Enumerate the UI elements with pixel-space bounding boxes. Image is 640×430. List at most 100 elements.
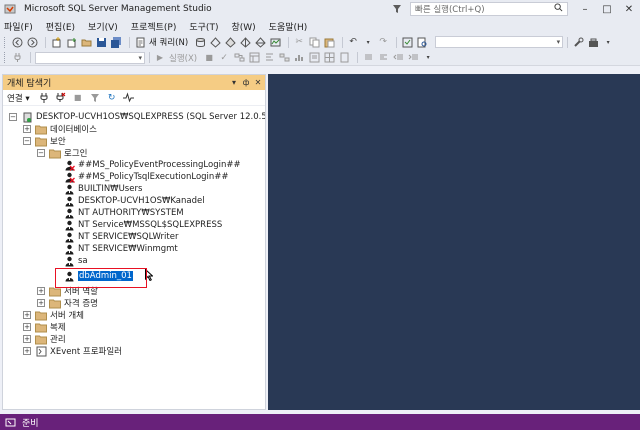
estimated-plan-icon[interactable] — [233, 52, 245, 64]
intellisense-icon[interactable] — [263, 52, 275, 64]
paste-icon[interactable] — [323, 36, 335, 48]
activity-icon[interactable] — [123, 92, 135, 104]
collapse-toggle[interactable]: − — [23, 137, 31, 145]
actual-plan-icon[interactable] — [278, 52, 290, 64]
execute-button[interactable]: 실행(X) — [169, 52, 197, 64]
close-button[interactable]: ✕ — [618, 0, 640, 18]
tree-item[interactable]: BUILTIN₩Users — [51, 183, 142, 195]
ssms-app-icon — [4, 3, 16, 15]
activity-monitor-icon[interactable] — [269, 36, 281, 48]
undo-icon[interactable]: ↶ — [347, 36, 359, 48]
maximize-button[interactable]: □ — [596, 0, 618, 18]
find-in-files-icon[interactable] — [416, 36, 428, 48]
decrease-indent-icon[interactable] — [392, 52, 404, 64]
filter-icon[interactable] — [89, 92, 101, 104]
panel-menu-icon[interactable]: ▾ — [229, 78, 239, 87]
tree-item[interactable]: NT SERVICE₩Winmgmt — [51, 243, 178, 255]
forward-icon[interactable] — [26, 36, 38, 48]
cut-icon[interactable]: ✂ — [293, 36, 305, 48]
tree-server-node[interactable]: − DESKTOP-UCVH1OS₩SQLEXPRESS (SQL Server … — [9, 111, 265, 123]
results-to-file-icon[interactable] — [338, 52, 350, 64]
menu-project[interactable]: 프로젝트(P) — [131, 20, 177, 33]
query-designer-icon[interactable] — [248, 52, 260, 64]
increase-indent-icon[interactable] — [407, 52, 419, 64]
toolbox-icon[interactable] — [587, 36, 599, 48]
results-to-grid-icon[interactable] — [323, 52, 335, 64]
quick-launch-input[interactable]: 빠른 실행(Ctrl+Q) — [410, 2, 568, 16]
minimize-button[interactable]: – — [574, 0, 596, 18]
available-databases-combo[interactable]: ▾ — [35, 51, 145, 64]
add-item-icon[interactable] — [65, 36, 77, 48]
execute-icon[interactable]: ▶ — [154, 52, 166, 64]
open-file-icon[interactable] — [80, 36, 92, 48]
connect-plug-icon[interactable] — [38, 92, 50, 104]
comment-icon[interactable] — [362, 52, 374, 64]
toolbar-options-icon[interactable]: ▾ — [602, 36, 614, 48]
tree-item[interactable]: DESKTOP-UCVH1OS₩Kanadel — [51, 195, 205, 207]
results-to-text-icon[interactable] — [308, 52, 320, 64]
tree-folder-node[interactable]: + 데이터베이스 — [23, 123, 97, 135]
save-all-icon[interactable] — [110, 36, 122, 48]
tree-folder-node[interactable]: + 서버 개체 — [23, 309, 84, 321]
expand-toggle[interactable]: + — [23, 335, 31, 343]
toolbar-grip[interactable] — [4, 52, 7, 63]
menu-view[interactable]: 보기(V) — [88, 20, 118, 33]
expand-toggle[interactable]: + — [23, 323, 31, 331]
new-project-icon[interactable] — [50, 36, 62, 48]
tree-item[interactable]: ##MS_PolicyTsqlExecutionLogin## — [51, 171, 229, 183]
tree-item[interactable]: sa — [51, 255, 88, 267]
back-icon[interactable] — [11, 36, 23, 48]
disconnect-icon[interactable] — [55, 92, 67, 104]
tree-folder-node[interactable]: + 복제 — [23, 321, 66, 333]
menu-help[interactable]: 도움말(H) — [269, 20, 308, 33]
refresh-icon[interactable]: ↻ — [106, 92, 118, 104]
redo-icon[interactable]: ↷ — [377, 36, 389, 48]
copy-icon[interactable] — [308, 36, 320, 48]
specify-template-values-icon[interactable]: ▾ — [422, 52, 434, 64]
tree-item[interactable]: NT AUTHORITY₩SYSTEM — [51, 207, 184, 219]
undo-dropdown-icon[interactable]: ▾ — [362, 36, 374, 48]
client-statistics-icon[interactable] — [293, 52, 305, 64]
tree-item[interactable]: NT SERVICE₩SQLWriter — [51, 231, 178, 243]
dmx-query-icon[interactable] — [224, 36, 236, 48]
tree-item[interactable]: ##MS_PolicyEventProcessingLogin## — [51, 159, 241, 171]
new-query-icon[interactable] — [134, 36, 146, 48]
menu-window[interactable]: 창(W) — [231, 20, 255, 33]
tree-folder-node[interactable]: + 관리 — [23, 333, 66, 345]
tree-item[interactable]: NT Service₩MSSQL$SQLEXPRESS — [51, 219, 222, 231]
connect-dropdown-button[interactable]: 연결 ▾ — [7, 92, 30, 104]
notification-filter-icon[interactable] — [390, 2, 404, 16]
connect-icon[interactable] — [11, 52, 23, 64]
menu-tools[interactable]: 도구(T) — [189, 20, 218, 33]
mdx-query-icon[interactable] — [209, 36, 221, 48]
tree-folder-node[interactable]: − 보안 — [23, 135, 66, 147]
panel-close-icon[interactable]: ✕ — [253, 78, 263, 87]
search-combo[interactable]: ▾ — [435, 36, 564, 48]
save-icon[interactable] — [95, 36, 107, 48]
solution-configuration-icon[interactable] — [401, 36, 413, 48]
database-query-icon[interactable] — [194, 36, 206, 48]
stop-icon[interactable]: ■ — [72, 92, 84, 104]
toolbar-grip[interactable] — [4, 36, 7, 48]
collapse-toggle[interactable]: − — [37, 149, 45, 157]
parse-icon[interactable]: ✓ — [218, 52, 230, 64]
collapse-toggle[interactable]: − — [9, 113, 17, 121]
tree-folder-node[interactable]: − 로그인 — [37, 147, 87, 159]
expand-toggle[interactable]: + — [23, 311, 31, 319]
expand-toggle[interactable]: + — [23, 125, 31, 133]
expand-toggle[interactable]: + — [23, 347, 31, 355]
cancel-query-icon[interactable]: ■ — [203, 52, 215, 64]
pin-icon[interactable]: ф — [241, 78, 251, 87]
menu-edit[interactable]: 편집(E) — [46, 20, 75, 33]
dax-query-icon[interactable] — [254, 36, 266, 48]
uncomment-icon[interactable] — [377, 52, 389, 64]
properties-icon[interactable] — [572, 36, 584, 48]
menu-file[interactable]: 파일(F) — [4, 20, 33, 33]
expand-toggle[interactable]: + — [37, 287, 45, 295]
new-query-button[interactable]: 새 쿼리(N) — [149, 36, 188, 48]
xmla-query-icon[interactable] — [239, 36, 251, 48]
tree-folder-node[interactable]: + 자격 증명 — [37, 297, 98, 309]
expand-toggle[interactable]: + — [37, 299, 45, 307]
tree-item[interactable]: + XEvent 프로파일러 — [23, 345, 122, 357]
